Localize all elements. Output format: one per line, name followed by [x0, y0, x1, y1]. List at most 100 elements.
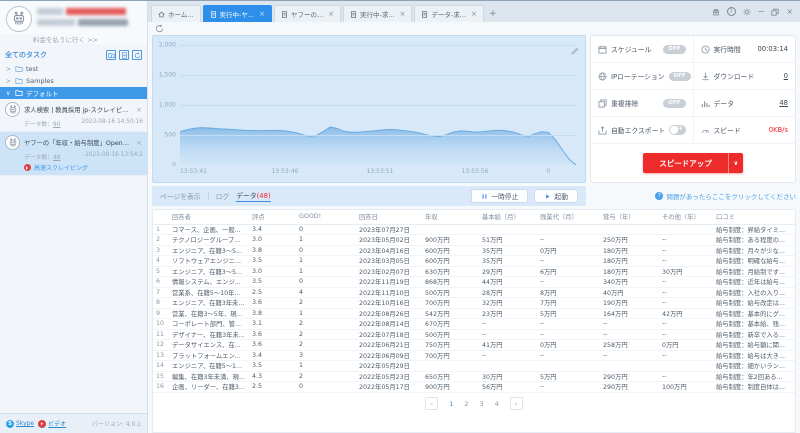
y-axis-tick: 500 [164, 131, 176, 139]
task-item-1[interactable]: 求人検索 | 教員採用 jp-スクレイピング中 × データ数：90 2023-08-1… [0, 99, 147, 132]
close-icon[interactable]: × [786, 7, 793, 16]
task-timestamp: 2023-08-16 14:50:16 [81, 119, 143, 125]
table-cell: 6 [153, 276, 169, 288]
table-row[interactable]: 4 ソフトウェアエンジニ... 3.5 1 2023年03月05日 600万円 35万円 --… [153, 255, 795, 267]
refresh-tasks-icon[interactable] [132, 50, 142, 60]
table-cell: -- [600, 350, 659, 361]
tab-3[interactable]: 実行中-求... × [343, 5, 413, 22]
tab-close-icon[interactable]: × [259, 10, 265, 18]
page-number-2[interactable]: 2 [464, 400, 468, 408]
gift-icon[interactable] [712, 7, 720, 16]
refresh-icon[interactable] [155, 24, 164, 33]
skype-link[interactable]: S Skype [6, 419, 34, 428]
column-header: 年収 [422, 210, 479, 225]
table-cell: -- [659, 350, 713, 361]
tab-close-icon[interactable]: × [471, 10, 477, 18]
settings-icon[interactable] [743, 7, 751, 16]
task-close-icon[interactable]: × [135, 139, 143, 147]
table-row[interactable]: 6 情報システム、エンジ... 3.5 0 2022年11月19日 868万円 44万円 --… [153, 276, 795, 288]
table-cell: 3.6 [249, 339, 296, 351]
document-icon [210, 10, 217, 18]
tab-log[interactable]: ログ [216, 191, 230, 201]
robot-icon [13, 11, 25, 25]
task-badge-label[interactable]: 高速スクレイピング [34, 163, 88, 172]
new-task-icon[interactable] [119, 50, 129, 60]
chevron-down-icon[interactable]: ∨ [727, 153, 743, 173]
task-item-2[interactable]: ヤフーの「年収・給与制度」OpenWork-ス...× データ数：48 2023-0… [0, 132, 147, 176]
tab-label: ヤフーの... [290, 11, 324, 19]
table-cell: 2022年06月09日 [356, 350, 422, 361]
new-tab-button[interactable]: + [486, 5, 500, 22]
tab-data[interactable]: データ(48) [236, 190, 271, 202]
table-cell: 30万円 [479, 371, 537, 382]
table-row[interactable]: 16 企画、リーダー、在籍3... 2.5 0 2022年05月17日 900万円 56万円… [153, 381, 795, 393]
table-row[interactable]: 11 デザイナー、在籍3年未... 3.6 2 2022年07月18日 500万円 -- --… [153, 329, 795, 340]
table-cell: エンジニア、在籍3～5... [169, 245, 249, 256]
stat-value[interactable]: 0 [784, 72, 788, 80]
stat-value[interactable]: 48 [779, 99, 788, 107]
table-cell: テクノロジーグループ... [169, 234, 249, 246]
help-icon[interactable]: ? [726, 7, 736, 16]
task-close-icon[interactable]: × [135, 106, 143, 114]
speedup-button[interactable]: スピードアップ ∨ [643, 153, 743, 173]
minimize-icon[interactable]: − [758, 7, 765, 16]
speed-boost-icon [24, 164, 31, 171]
table-cell [659, 224, 713, 235]
page-number-3[interactable]: 3 [480, 400, 484, 408]
table-cell: 7万円 [537, 297, 600, 309]
folder-item-デフォルト[interactable]: ∨ デフォルト [0, 87, 147, 99]
table-cell: 0万円 [659, 339, 713, 351]
table-cell: -- [537, 350, 600, 361]
table-cell: 3.5 [249, 360, 296, 372]
table-row[interactable]: 14 エンジニア、在籍5～1... 3.5 1 2022年05月29日 給与制度：細かいラ… [153, 360, 795, 372]
tab-1[interactable]: 実行中-ヤ... × [202, 5, 272, 22]
chevron-icon: ∨ [6, 89, 11, 97]
help-tip-link[interactable]: ? 問題があったらここをクリックしてください [590, 186, 796, 206]
setting-label: 重複排除 [611, 100, 639, 108]
table-row[interactable]: 5 エンジニア、在籍3～5... 3.0 1 2023年02月07日 630万円 29万円 6… [153, 266, 795, 277]
tab-4[interactable]: データ-求... × [414, 5, 484, 22]
video-link[interactable]: ▸ ビデオ [38, 419, 66, 428]
table-row[interactable]: 2 テクノロジーグループ... 3.0 1 2023年05月02日 900万円 51万円 --… [153, 234, 795, 246]
tab-close-icon[interactable]: × [328, 10, 334, 18]
table-cell: 3.0 [249, 234, 296, 246]
pay-link[interactable]: 料金を払うに行く >> [33, 34, 147, 44]
table-row[interactable]: 15 編集、在籍3年未満、現... 4.3 2 2022年05月23日 650万円 30万円… [153, 371, 795, 382]
table-row[interactable]: 7 営業系、在籍5～10年... 2.5 4 2022年11月10日 500万円 28万円 8… [153, 287, 795, 298]
table-row[interactable]: 12 データサイエンス、在... 3.6 2 2022年06月21日 750万円 41万円 0… [153, 339, 795, 351]
folder-item-test[interactable]: > test [0, 63, 147, 75]
edit-chart-icon[interactable] [571, 40, 579, 59]
table-cell: -- [659, 297, 713, 309]
page-number-4[interactable]: 4 [495, 400, 499, 408]
show-page-button[interactable]: ページを表示 [160, 191, 201, 201]
off-badge[interactable]: OFF [663, 44, 686, 54]
tab-2[interactable]: ヤフーの... × [273, 5, 342, 22]
start-button[interactable]: 起動 [534, 189, 578, 203]
table-row[interactable]: 8 エンジニア、在籍3年未... 3.6 2 2022年10月16日 700万円 32万円 7… [153, 297, 795, 309]
new-folder-icon[interactable] [106, 50, 116, 60]
clock-icon [700, 44, 710, 54]
redacted-user-info [37, 6, 141, 32]
table-row[interactable]: 3 エンジニア、在籍3～5... 3.8 0 2023年04月16日 600万円 35万円 0… [153, 245, 795, 256]
tab-label: ホーム... [168, 11, 194, 19]
tab-home[interactable]: ホーム... [151, 5, 201, 22]
prev-page-button[interactable]: ‹ [425, 397, 439, 410]
avatar[interactable] [6, 6, 32, 32]
pause-button[interactable]: 一時停止 [471, 189, 529, 203]
table-row[interactable]: 9 営業、在籍3～5年、現... 3.8 1 2022年08月26日 542万円 23万円 5… [153, 308, 795, 319]
table-cell: 3.0 [249, 266, 296, 277]
table-row[interactable]: 10 コーポレート部門、管... 3.1 2 2022年08月14日 670万円 -- -- -… [153, 318, 795, 330]
off-badge[interactable]: OFF [668, 71, 691, 81]
task-title: ヤフーの「年収・給与制度」OpenWork-ス... [24, 140, 132, 147]
off-badge[interactable]: OFF [663, 98, 686, 108]
folder-item-Samples[interactable]: > Samples [0, 75, 147, 87]
restore-icon[interactable] [771, 7, 779, 16]
table-row[interactable]: 13 プラットフォームエン... 3.4 3 2022年06月09日 700万円 -- -- -… [153, 350, 795, 361]
tab-close-icon[interactable]: × [400, 10, 406, 18]
next-page-button[interactable]: › [509, 397, 523, 410]
page-number-1[interactable]: 1 [449, 400, 453, 408]
toggle-switch[interactable]: OFF [669, 125, 686, 135]
table-cell: 2.5 [249, 381, 296, 393]
table-row[interactable]: 1 コマース、企画、一般... 3.4 0 2023年07月27日 給与制度：昇給タイミ.… [153, 224, 795, 235]
table-cell: 5万円 [537, 308, 600, 319]
